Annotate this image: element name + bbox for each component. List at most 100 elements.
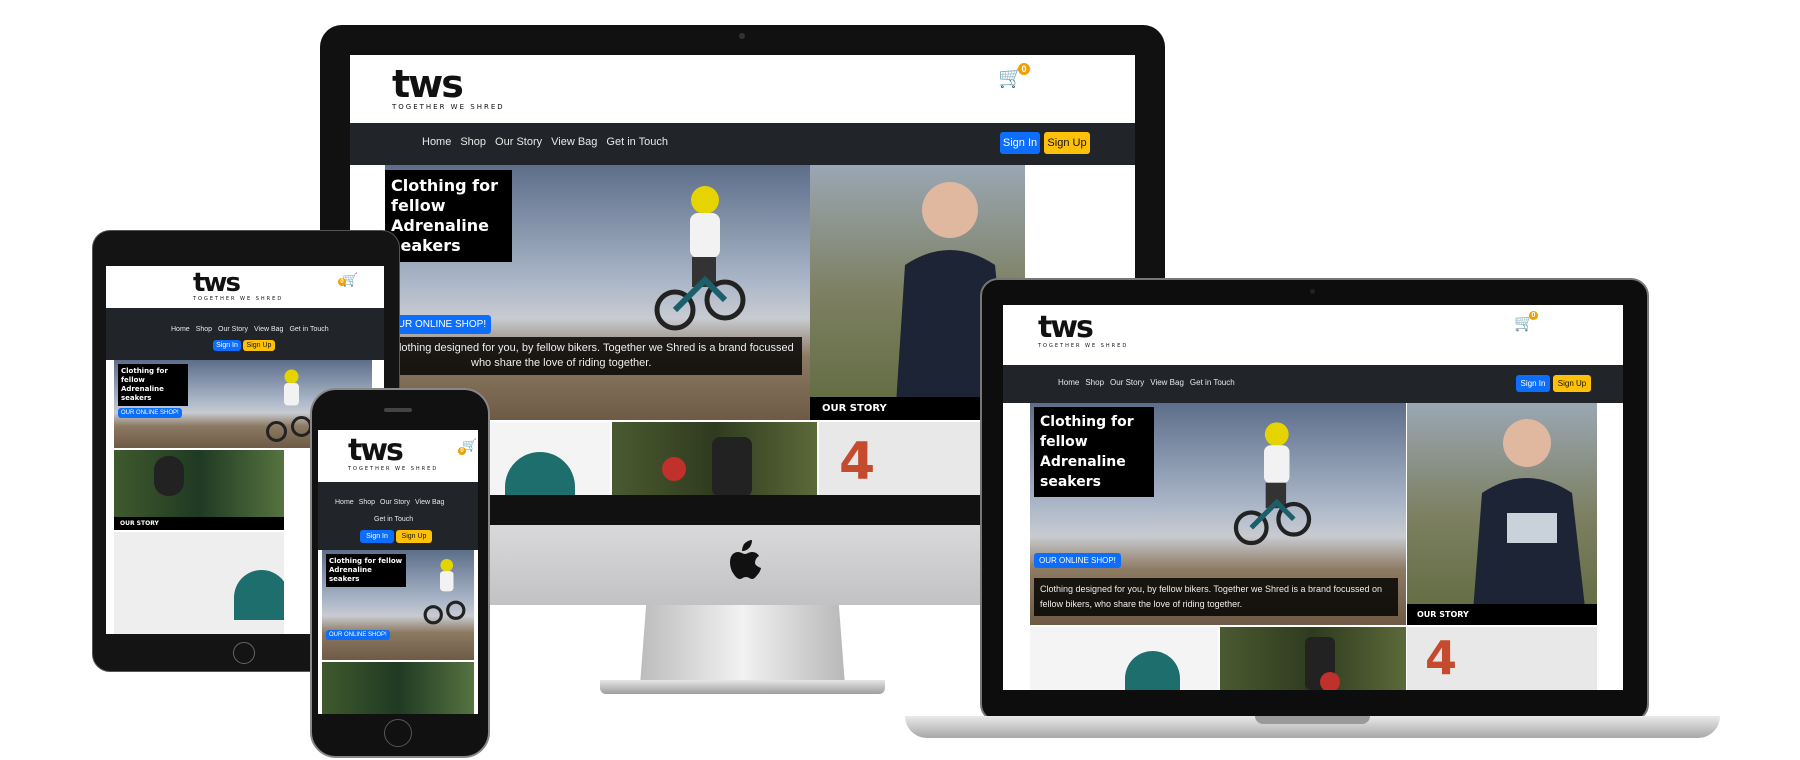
hero-title: Clothing for fellow Adrenaline seakers <box>118 364 188 406</box>
nav-view-bag[interactable]: View Bag <box>415 499 444 506</box>
number-plate: 4 <box>839 432 876 492</box>
nav-view-bag[interactable]: View Bag <box>1150 378 1184 387</box>
helmet-illustration <box>505 452 575 495</box>
hero-section: Clothing for fellow Adrenaline seakers O… <box>1030 403 1406 625</box>
rider-illustration <box>423 558 466 625</box>
product-tile-2[interactable] <box>612 422 817 495</box>
logo-tagline: TOGETHER WE SHRED <box>193 296 284 302</box>
sign-up-button[interactable]: Sign Up <box>243 340 275 351</box>
tablet-home-button <box>233 642 255 664</box>
main-nav: Home Shop Our Story View Bag Get in Touc… <box>318 482 478 550</box>
logo-tagline: TOGETHER WE SHRED <box>1038 343 1129 349</box>
main-nav: Home Shop Our Story View Bag Get in Touc… <box>1003 365 1623 403</box>
site-header: tws TOGETHER WE SHRED 🛒 0 <box>1003 305 1623 365</box>
product-tile-2[interactable] <box>1220 627 1406 690</box>
rider-illustration <box>266 369 312 442</box>
nav-our-story[interactable]: Our Story <box>380 499 410 506</box>
rider-group-illustration <box>712 437 752 495</box>
logo-tagline: TOGETHER WE SHRED <box>348 466 439 472</box>
our-story-tile[interactable] <box>322 662 474 714</box>
hero-description: Clothing designed for you, by fellow bik… <box>385 337 802 375</box>
shop-button[interactable]: OUR ONLINE SHOP! <box>385 315 492 334</box>
logo-tagline: TOGETHER WE SHRED <box>392 103 505 111</box>
imac-stand <box>640 605 845 685</box>
rider-illustration <box>654 186 746 331</box>
cart-count-badge: 0 <box>1018 63 1030 75</box>
main-nav: Home Shop Our Story View Bag Get in Touc… <box>106 308 384 360</box>
nav-shop[interactable]: Shop <box>359 499 375 506</box>
site-logo[interactable]: tws TOGETHER WE SHRED <box>1038 310 1129 350</box>
nav-shop[interactable]: Shop <box>1085 378 1104 387</box>
red-helmet-illustration <box>1320 672 1340 690</box>
apple-logo-icon <box>730 540 761 579</box>
phone-speaker <box>384 408 412 412</box>
nav-our-story[interactable]: Our Story <box>1110 378 1144 387</box>
sign-in-button[interactable]: Sign In <box>213 340 241 351</box>
hero-title: Clothing for fellow Adrenaline seakers <box>1034 407 1154 497</box>
laptop-screen: tws TOGETHER WE SHRED 🛒 0 Home Shop Our … <box>1003 305 1623 690</box>
imac-stand-foot <box>600 680 885 694</box>
laptop-notch <box>1255 716 1370 724</box>
cart-count-badge: 0 <box>1529 311 1538 320</box>
hero-title: Clothing for fellow Adrenaline seakers <box>326 554 406 587</box>
our-story-tile[interactable]: OUR STORY <box>114 450 284 530</box>
sign-in-button[interactable]: Sign In <box>360 530 394 543</box>
site-header: tws TOGETHER WE SHRED 🛒 0 <box>318 430 478 482</box>
nav-view-bag[interactable]: View Bag <box>254 326 283 333</box>
sign-in-button[interactable]: Sign In <box>1000 132 1040 154</box>
sign-up-button[interactable]: Sign Up <box>1044 132 1090 154</box>
helmet-illustration <box>1125 651 1180 690</box>
hero-section: Clothing for fellow Adrenaline seakers O… <box>385 165 810 420</box>
site-logo[interactable]: tws TOGETHER WE SHRED <box>392 65 505 111</box>
logo-mark: tws <box>348 433 404 468</box>
site-logo[interactable]: tws TOGETHER WE SHRED <box>193 270 283 302</box>
hero-section: Clothing for fellow Adrenaline seakers O… <box>322 550 474 660</box>
imac-camera <box>739 33 745 39</box>
shop-button[interactable]: OUR ONLINE SHOP! <box>1034 553 1121 568</box>
site-header: tws TOGETHER WE SHRED 🛒 0 <box>106 266 384 308</box>
hero-title: Clothing for fellow Adrenaline seakers <box>385 170 512 262</box>
nav-get-in-touch[interactable]: Get in Touch <box>374 516 413 523</box>
laptop-camera <box>1310 289 1315 294</box>
helmet-illustration <box>234 570 284 620</box>
cart-count-badge: 0 <box>338 278 346 286</box>
hero-description-line1: Clothing designed for you, by fellow bik… <box>391 342 794 354</box>
our-story-caption: OUR STORY <box>114 517 284 530</box>
hero-description-line2: who share the love of riding together. <box>471 357 652 369</box>
sign-up-button[interactable]: Sign Up <box>396 530 432 543</box>
rider-illustration <box>154 456 184 496</box>
nav-get-in-touch[interactable]: Get in Touch <box>1190 378 1235 387</box>
site-header: tws TOGETHER WE SHRED 🛒 0 <box>350 55 1135 123</box>
nav-our-story[interactable]: Our Story <box>218 326 248 333</box>
shop-button[interactable]: OUR ONLINE SHOP! <box>118 408 182 418</box>
phone-screen: tws TOGETHER WE SHRED 🛒 0 Home Shop Our … <box>318 430 478 714</box>
rider-illustration <box>1233 422 1312 546</box>
product-tile-1[interactable] <box>114 532 284 634</box>
nav-our-story[interactable]: Our Story <box>495 136 542 148</box>
sign-in-button[interactable]: Sign In <box>1516 375 1550 392</box>
main-nav: Home Shop Our Story View Bag Get in Touc… <box>350 123 1135 165</box>
logo-mark: tws <box>392 62 464 106</box>
nav-get-in-touch[interactable]: Get in Touch <box>606 136 668 148</box>
product-tile-3[interactable]: 4 <box>1407 627 1597 690</box>
nav-home[interactable]: Home <box>335 499 354 506</box>
product-tile-1[interactable] <box>1030 627 1218 690</box>
red-helmet-illustration <box>662 457 686 481</box>
nav-home[interactable]: Home <box>171 326 190 333</box>
person-illustration <box>1472 419 1587 625</box>
number-plate: 4 <box>1425 631 1458 685</box>
our-story-caption: OUR STORY <box>1407 604 1597 625</box>
sign-up-button[interactable]: Sign Up <box>1553 375 1591 392</box>
nav-shop[interactable]: Shop <box>460 136 486 148</box>
logo-mark: tws <box>1038 310 1094 345</box>
site-logo[interactable]: tws TOGETHER WE SHRED <box>348 433 439 473</box>
hero-description: Clothing designed for you, by fellow bik… <box>1034 578 1398 616</box>
nav-view-bag[interactable]: View Bag <box>551 136 597 148</box>
nav-get-in-touch[interactable]: Get in Touch <box>289 326 328 333</box>
nav-home[interactable]: Home <box>422 136 451 148</box>
logo-mark: tws <box>193 268 241 298</box>
nav-shop[interactable]: Shop <box>196 326 212 333</box>
nav-home[interactable]: Home <box>1058 378 1079 387</box>
shop-button[interactable]: OUR ONLINE SHOP! <box>326 630 390 640</box>
our-story-tile[interactable]: OUR STORY <box>1407 403 1597 625</box>
